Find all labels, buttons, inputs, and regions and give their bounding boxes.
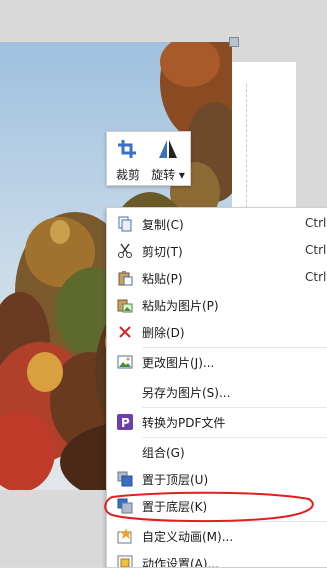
crop-label: 裁剪 <box>115 168 140 182</box>
menu-item-label: 剪切(T) <box>142 245 183 259</box>
scissors-icon <box>117 243 133 259</box>
paste-picture-icon <box>117 297 133 313</box>
menu-separator <box>142 407 327 408</box>
menu-item-paste-as-picture[interactable]: 粘贴为图片(P) <box>107 292 327 319</box>
menu-item-label: 动作设置(A)... <box>142 557 220 568</box>
menu-item-copy[interactable]: 复制(C) Ctrl <box>107 211 327 238</box>
menu-item-label: 另存为图片(S)... <box>142 386 231 400</box>
rotate-icon <box>156 138 180 160</box>
menu-item-shortcut: Ctrl <box>305 216 327 230</box>
bring-to-front-icon <box>117 471 133 487</box>
menu-item-delete[interactable]: 删除(D) <box>107 319 327 346</box>
menu-item-paste[interactable]: 粘贴(P) Ctrl <box>107 265 327 292</box>
menu-item-label: 组合(G) <box>142 446 185 460</box>
menu-separator <box>142 437 327 438</box>
rotate-button[interactable]: 旋转 ▾ <box>148 132 188 185</box>
change-picture-icon <box>117 354 133 370</box>
menu-item-convert-pdf[interactable]: P 转换为PDF文件 <box>107 409 327 436</box>
paste-icon <box>117 270 133 286</box>
action-settings-icon <box>117 555 133 567</box>
svg-text:P: P <box>121 416 130 430</box>
menu-item-label: 更改图片(J)... <box>142 356 215 370</box>
resize-handle[interactable] <box>229 37 239 47</box>
menu-item-label: 粘贴(P) <box>142 272 183 286</box>
menu-item-group[interactable]: 组合(G) <box>107 439 327 466</box>
menu-item-label: 粘贴为图片(P) <box>142 299 219 313</box>
menu-item-shortcut: Ctrl <box>305 270 327 284</box>
picture-mini-toolbar: 裁剪 旋转 ▾ <box>106 131 191 186</box>
menu-item-change-picture[interactable]: 更改图片(J)... <box>107 349 327 376</box>
menu-item-label: 置于顶层(U) <box>142 473 209 487</box>
copy-icon <box>117 216 133 232</box>
menu-item-save-as-picture[interactable]: 另存为图片(S)... <box>107 379 327 406</box>
delete-icon <box>117 324 133 340</box>
rotate-label: 旋转 ▾ <box>151 168 185 182</box>
menu-item-cut[interactable]: 剪切(T) Ctrl <box>107 238 327 265</box>
menu-item-label: 删除(D) <box>142 326 185 340</box>
pdf-icon: P <box>117 414 133 430</box>
animation-icon <box>117 528 133 544</box>
menu-item-label: 复制(C) <box>142 218 184 232</box>
menu-separator <box>142 347 327 348</box>
crop-button[interactable]: 裁剪 <box>108 132 148 185</box>
menu-item-action-settings[interactable]: 动作设置(A)... <box>107 550 327 568</box>
menu-item-custom-animation[interactable]: 自定义动画(M)... <box>107 523 327 550</box>
menu-item-label: 自定义动画(M)... <box>142 530 234 544</box>
menu-item-label: 转换为PDF文件 <box>142 416 226 430</box>
crop-icon <box>116 138 140 160</box>
annotation-highlight-ellipse <box>104 489 317 523</box>
menu-item-shortcut: Ctrl <box>305 243 327 257</box>
